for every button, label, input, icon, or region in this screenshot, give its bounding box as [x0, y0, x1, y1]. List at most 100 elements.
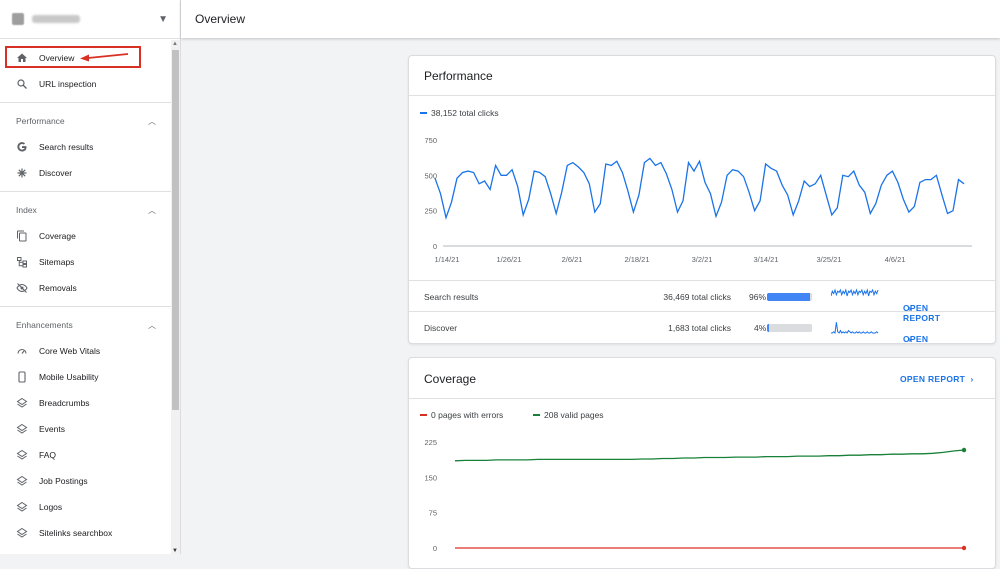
- legend-label: 208 valid pages: [544, 410, 604, 420]
- share-bar-fill: [767, 324, 769, 332]
- row-percent: 4%: [754, 323, 767, 333]
- y-tick-label: 250: [424, 207, 437, 216]
- google-g-icon: [16, 141, 28, 153]
- sidebar-item-label: Coverage: [39, 231, 76, 241]
- legend-errors: 0 pages with errors: [420, 410, 503, 420]
- sidebar-item-label: Search results: [39, 142, 94, 152]
- sidebar-item-discover[interactable]: Discover: [0, 160, 180, 186]
- valid-series-line: [454, 449, 965, 462]
- sidebar-item-sitemaps[interactable]: Sitemaps: [0, 249, 180, 275]
- sidebar-item-url-inspection[interactable]: URL inspection: [0, 71, 180, 97]
- top-header: Overview: [181, 0, 1000, 38]
- divider: [0, 191, 180, 192]
- clicks-series-line: [434, 157, 965, 221]
- sidebar: ▼ Overview URL inspection Performance ︿ …: [0, 0, 181, 554]
- sidebar-item-breadcrumbs[interactable]: Breadcrumbs: [0, 390, 180, 416]
- sidebar-item-mobile-usability[interactable]: Mobile Usability: [0, 364, 180, 390]
- open-report-search-results[interactable]: OPEN REPORT ›: [903, 292, 940, 323]
- y-tick-label: 0: [433, 242, 437, 251]
- section-performance[interactable]: Performance ︿: [0, 108, 180, 134]
- asterisk-icon: [16, 167, 28, 179]
- sidebar-item-coverage[interactable]: Coverage: [0, 223, 180, 249]
- row-name: Search results: [424, 292, 479, 302]
- open-report-label: OPEN REPORT: [900, 374, 966, 384]
- sidebar-item-job-postings[interactable]: Job Postings: [0, 468, 180, 494]
- valid-series-end-point: [961, 447, 967, 453]
- layers-icon: [16, 475, 28, 487]
- x-tick-label: 1/14/21: [434, 255, 459, 264]
- sidebar-item-label: Core Web Vitals: [39, 346, 101, 356]
- y-tick-label: 75: [429, 509, 437, 518]
- open-report-discover[interactable]: OPEN REPORT ›: [903, 323, 928, 343]
- open-report-coverage[interactable]: OPEN REPORT ›: [900, 374, 974, 384]
- scroll-up-arrow-icon[interactable]: ▲: [172, 41, 178, 47]
- scrollbar-thumb[interactable]: [172, 50, 179, 410]
- sidebar-item-sitelinks-searchbox[interactable]: Sitelinks searchbox: [0, 520, 180, 546]
- row-clicks: 36,469 total clicks: [663, 292, 731, 302]
- errors-series-end-point: [961, 545, 967, 551]
- sidebar-item-events[interactable]: Events: [0, 416, 180, 442]
- section-title: Enhancements: [16, 320, 73, 330]
- section-index[interactable]: Index ︿: [0, 197, 180, 223]
- layers-icon: [16, 449, 28, 461]
- eye-off-icon: [16, 282, 28, 294]
- row-clicks: 1,683 total clicks: [668, 323, 731, 333]
- legend-valid: 208 valid pages: [533, 410, 604, 420]
- sidebar-item-label: Breadcrumbs: [39, 398, 90, 408]
- sidebar-item-removals[interactable]: Removals: [0, 275, 180, 301]
- sidebar-item-label: Removals: [39, 283, 77, 293]
- coverage-chart: 0 75 150 225: [424, 438, 967, 553]
- share-bar: [767, 324, 812, 332]
- coverage-card: Coverage OPEN REPORT › 0 pages with erro…: [408, 357, 996, 569]
- share-bar: [767, 293, 812, 301]
- layers-icon: [16, 397, 28, 409]
- sidebar-item-label: FAQ: [39, 450, 57, 460]
- y-tick-label: 225: [424, 438, 437, 447]
- search-icon: [16, 78, 28, 90]
- layers-icon: [16, 501, 28, 513]
- sparkline-series: [831, 322, 879, 335]
- sidebar-item-label: Events: [39, 424, 65, 434]
- sidebar-item-search-results[interactable]: Search results: [0, 134, 180, 160]
- legend-label: 38,152 total clicks: [431, 108, 499, 118]
- property-selector[interactable]: ▼: [0, 0, 180, 39]
- row-search-results: Search results 36,469 total clicks 96% O…: [409, 280, 995, 323]
- phone-icon: [16, 371, 28, 383]
- sidebar-item-label: Discover: [39, 168, 73, 178]
- section-enhancements[interactable]: Enhancements ︿: [0, 312, 180, 338]
- performance-legend: 38,152 total clicks: [420, 108, 499, 118]
- file-copy-icon: [16, 230, 28, 242]
- legend-label: 0 pages with errors: [431, 410, 504, 420]
- layers-icon: [16, 423, 28, 435]
- legend-swatch: [420, 112, 427, 114]
- x-tick-label: 3/2/21: [692, 255, 713, 264]
- sparkline-series: [831, 288, 879, 297]
- chevron-right-icon: ›: [970, 374, 974, 384]
- caret-down-icon: ▼: [158, 13, 168, 25]
- performance-title: Performance: [424, 69, 493, 83]
- x-tick-label: 4/6/21: [885, 255, 906, 264]
- sidebar-scrollbar[interactable]: ▲ ▼: [171, 40, 180, 554]
- x-tick-label: 2/6/21: [562, 255, 583, 264]
- sidebar-item-label: Sitelinks searchbox: [39, 528, 113, 538]
- sidebar-item-label: Mobile Usability: [39, 372, 99, 382]
- sidebar-item-core-web-vitals[interactable]: Core Web Vitals: [0, 338, 180, 364]
- sparkline-search-results: [831, 288, 879, 297]
- section-title: Performance: [16, 116, 65, 126]
- property-favicon: [12, 13, 24, 25]
- x-tick-label: 3/25/21: [816, 255, 841, 264]
- row-discover: Discover 1,683 total clicks 4% OPEN REPO…: [409, 311, 995, 343]
- share-bar-fill: [767, 293, 811, 301]
- chevron-up-icon: ︿: [148, 205, 156, 215]
- sidebar-item-faq[interactable]: FAQ: [0, 442, 180, 468]
- divider: [409, 398, 995, 399]
- x-tick-label: 1/26/21: [496, 255, 521, 264]
- scroll-down-arrow-icon[interactable]: ▼: [172, 548, 178, 554]
- section-title: Index: [16, 205, 37, 215]
- sidebar-item-logos[interactable]: Logos: [0, 494, 180, 520]
- row-percent: 96%: [749, 292, 767, 302]
- row-name: Discover: [424, 323, 458, 333]
- chevron-up-icon: ︿: [148, 320, 156, 330]
- divider: [409, 95, 995, 96]
- property-name-blurred: [32, 15, 80, 23]
